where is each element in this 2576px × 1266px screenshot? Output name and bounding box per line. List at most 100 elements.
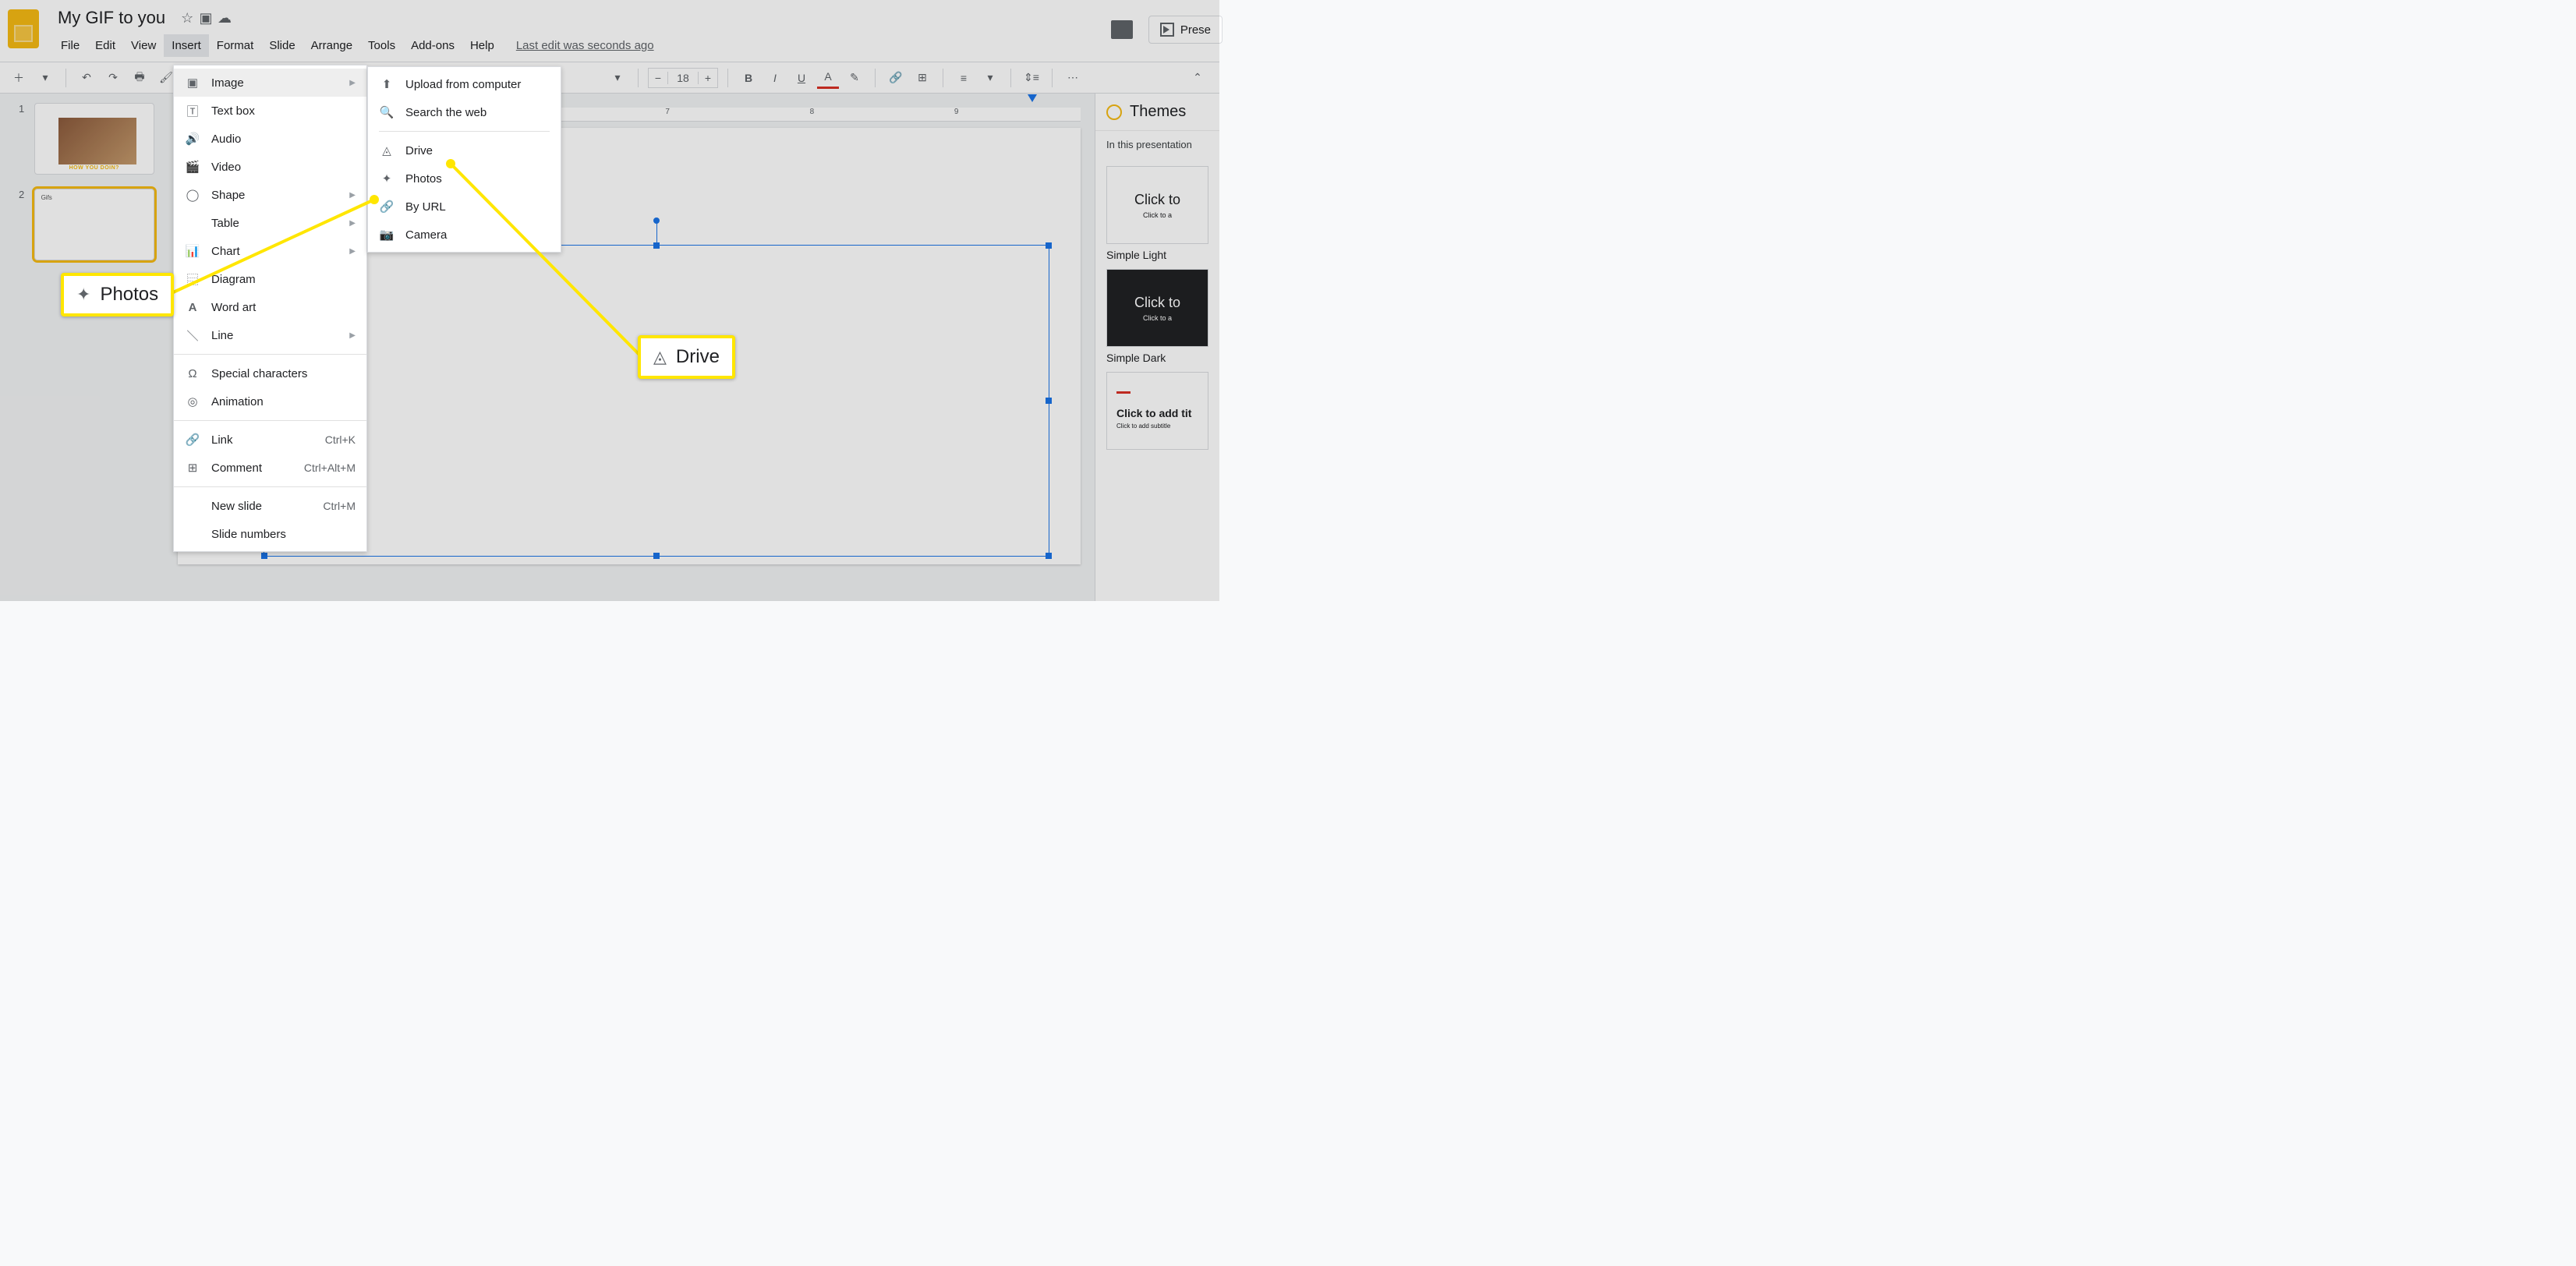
diagram-icon: ⿳ bbox=[185, 271, 200, 287]
present-button[interactable]: Prese bbox=[1148, 16, 1223, 44]
chevron-right-icon: ▶ bbox=[349, 247, 356, 256]
image-camera-label: Camera bbox=[405, 228, 447, 242]
text-color-icon[interactable]: A bbox=[817, 67, 839, 89]
font-size-control[interactable]: − 18 + bbox=[648, 68, 718, 88]
star-icon[interactable]: ☆ bbox=[179, 10, 195, 26]
line-spacing-icon[interactable]: ⇕≡ bbox=[1021, 67, 1042, 89]
chevron-right-icon: ▶ bbox=[349, 191, 356, 200]
bold-icon[interactable]: B bbox=[738, 67, 759, 89]
image-upload[interactable]: ⬆Upload from computer bbox=[368, 70, 561, 98]
insert-chart[interactable]: 📊Chart ▶ bbox=[174, 237, 366, 265]
insert-table[interactable]: Table ▶ bbox=[174, 209, 366, 237]
more-dropdown[interactable]: ▾ bbox=[607, 67, 628, 89]
underline-icon[interactable]: U bbox=[791, 67, 812, 89]
insert-line[interactable]: ＼Line ▶ bbox=[174, 321, 366, 349]
slide-filmstrip: 1 HOW YOU DOIN? 2 Gifs bbox=[0, 94, 164, 601]
menu-addons[interactable]: Add-ons bbox=[403, 34, 462, 57]
slides-logo[interactable] bbox=[8, 9, 39, 48]
rotate-handle[interactable] bbox=[653, 217, 660, 224]
insert-table-label: Table bbox=[211, 217, 239, 230]
insert-comment-icon[interactable]: ⊞ bbox=[911, 67, 933, 89]
themes-subtitle: In this presentation bbox=[1095, 131, 1219, 158]
collapse-toolbar-icon[interactable]: ⌃ bbox=[1187, 67, 1208, 89]
undo-icon[interactable]: ↶ bbox=[76, 67, 97, 89]
insert-shape[interactable]: ◯Shape ▶ bbox=[174, 181, 366, 209]
insert-diagram[interactable]: ⿳Diagram bbox=[174, 265, 366, 293]
resize-handle[interactable] bbox=[261, 553, 267, 559]
insert-image[interactable]: ▣Image ▶ bbox=[174, 69, 366, 97]
link-icon: 🔗 bbox=[379, 199, 395, 214]
menu-view[interactable]: View bbox=[123, 34, 164, 57]
theme-simple-dark[interactable]: Click to Click to a bbox=[1106, 269, 1208, 347]
theme-simple-light[interactable]: Click to Click to a bbox=[1106, 166, 1208, 244]
image-search-label: Search the web bbox=[405, 106, 487, 119]
move-icon[interactable]: ▣ bbox=[198, 10, 214, 26]
ruler-tick: 9 bbox=[954, 108, 959, 116]
image-by-url[interactable]: 🔗By URL bbox=[368, 193, 561, 221]
play-icon bbox=[1160, 23, 1174, 37]
insert-textbox[interactable]: 🅃Text box bbox=[174, 97, 366, 125]
menu-help[interactable]: Help bbox=[462, 34, 502, 57]
insert-slide-numbers[interactable]: Slide numbers bbox=[174, 520, 366, 548]
themes-panel: Themes In this presentation Click to Cli… bbox=[1095, 94, 1219, 601]
insert-audio[interactable]: 🔊Audio bbox=[174, 125, 366, 153]
menu-tools[interactable]: Tools bbox=[360, 34, 403, 57]
italic-icon[interactable]: I bbox=[764, 67, 786, 89]
align-icon[interactable]: ≡ bbox=[953, 67, 975, 89]
thumbnail-image bbox=[58, 118, 136, 164]
insert-comment[interactable]: ⊞Comment Ctrl+Alt+M bbox=[174, 454, 366, 482]
insert-link-icon[interactable]: 🔗 bbox=[885, 67, 907, 89]
print-icon[interactable]: 🖶 bbox=[129, 67, 150, 89]
document-title[interactable]: My GIF to you bbox=[53, 5, 170, 31]
insert-special-chars[interactable]: ΩSpecial characters bbox=[174, 359, 366, 387]
annotation-drive: ◬ Drive bbox=[638, 335, 735, 379]
image-photos-label: Photos bbox=[405, 172, 442, 186]
image-drive[interactable]: ◬Drive bbox=[368, 136, 561, 164]
new-slide-button[interactable]: ＋ bbox=[8, 67, 30, 89]
slide-thumbnail-1[interactable]: HOW YOU DOIN? bbox=[34, 103, 154, 175]
menu-arrange[interactable]: Arrange bbox=[303, 34, 360, 57]
insert-link[interactable]: 🔗Link Ctrl+K bbox=[174, 426, 366, 454]
more-icon[interactable]: ⋯ bbox=[1062, 67, 1084, 89]
selection-box[interactable] bbox=[264, 245, 1049, 557]
resize-handle[interactable] bbox=[653, 553, 660, 559]
comments-icon[interactable] bbox=[1111, 20, 1133, 39]
font-size-decrease[interactable]: − bbox=[649, 72, 667, 84]
resize-handle[interactable] bbox=[1046, 398, 1052, 404]
insert-wordart[interactable]: AWord art bbox=[174, 293, 366, 321]
image-photos[interactable]: ✦Photos bbox=[368, 164, 561, 193]
menu-format[interactable]: Format bbox=[209, 34, 262, 57]
chevron-right-icon: ▶ bbox=[349, 331, 356, 340]
annotation-photos: ✦ Photos bbox=[61, 273, 174, 316]
insert-animation[interactable]: ◎ Animation bbox=[174, 387, 366, 416]
resize-handle[interactable] bbox=[653, 242, 660, 249]
wordart-icon: A bbox=[185, 299, 200, 315]
insert-video[interactable]: 🎬Video bbox=[174, 153, 366, 181]
cloud-icon[interactable]: ☁ bbox=[217, 10, 232, 26]
theme-preview-sub: Click to a bbox=[1143, 314, 1172, 322]
image-camera[interactable]: 📷Camera bbox=[368, 221, 561, 249]
align-dropdown[interactable]: ▾ bbox=[979, 67, 1001, 89]
insert-image-label: Image bbox=[211, 76, 244, 90]
highlight-icon[interactable]: ✎ bbox=[844, 67, 865, 89]
slide-number: 1 bbox=[19, 103, 28, 175]
redo-icon[interactable]: ↷ bbox=[102, 67, 124, 89]
slide-thumbnail-2[interactable]: Gifs bbox=[34, 189, 154, 260]
font-size-value[interactable]: 18 bbox=[667, 72, 699, 84]
font-size-increase[interactable]: + bbox=[699, 72, 717, 84]
animation-icon: ◎ bbox=[185, 394, 200, 409]
resize-handle[interactable] bbox=[1046, 553, 1052, 559]
insert-comment-label: Comment bbox=[211, 461, 262, 475]
resize-handle[interactable] bbox=[1046, 242, 1052, 249]
last-edit-link[interactable]: Last edit was seconds ago bbox=[516, 34, 654, 57]
menu-slide[interactable]: Slide bbox=[261, 34, 303, 57]
insert-new-slide[interactable]: New slide Ctrl+M bbox=[174, 492, 366, 520]
insert-animation-label: Animation bbox=[211, 395, 264, 408]
menu-edit[interactable]: Edit bbox=[87, 34, 123, 57]
menu-insert[interactable]: Insert bbox=[164, 34, 209, 57]
menu-file[interactable]: File bbox=[53, 34, 87, 57]
theme-accent[interactable]: Click to add tit Click to add subtitle bbox=[1106, 372, 1208, 450]
insert-chart-label: Chart bbox=[211, 245, 240, 258]
image-search-web[interactable]: 🔍Search the web bbox=[368, 98, 561, 126]
new-slide-dropdown[interactable]: ▾ bbox=[34, 67, 56, 89]
